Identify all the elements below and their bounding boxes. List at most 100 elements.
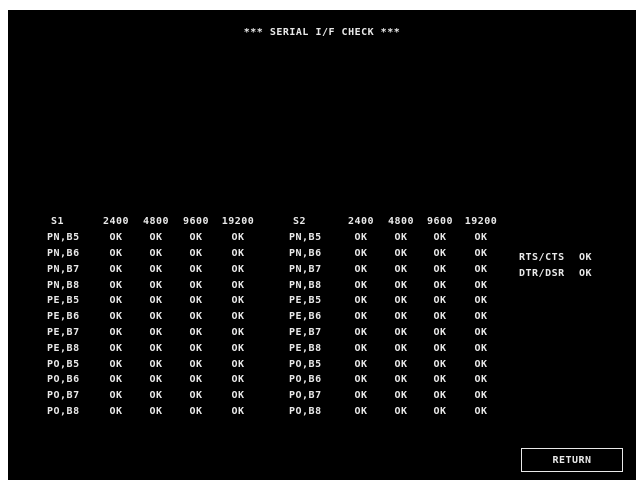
result-cell: OK	[474, 279, 488, 291]
result-cell: OK	[189, 358, 203, 370]
result-cell: OK	[149, 342, 163, 354]
mode-label: PE,B7	[47, 326, 80, 338]
result-cell: OK	[474, 374, 488, 386]
result-cell: OK	[149, 390, 163, 402]
mode-label: PO,B6	[289, 374, 322, 386]
mode-label: PO,B6	[47, 374, 80, 386]
result-cell: OK	[231, 247, 245, 259]
result-cell: OK	[149, 311, 163, 323]
result-cell: OK	[109, 405, 123, 417]
baud-rate-header: 4800	[387, 216, 415, 228]
handshake-result: OK	[579, 268, 593, 280]
result-cell: OK	[394, 405, 408, 417]
mode-label: PN,B7	[289, 263, 322, 275]
result-cell: OK	[354, 326, 368, 338]
mode-label: PO,B8	[47, 405, 80, 417]
result-cell: OK	[149, 263, 163, 275]
result-cell: OK	[354, 342, 368, 354]
result-cell: OK	[433, 390, 447, 402]
s2-results-table: S2 2400 4800 9600 19200 PN,B5 OK OK OK OK PN,B6 OK O…	[289, 214, 503, 419]
mode-label: PN,B5	[289, 232, 322, 244]
result-cell: OK	[231, 390, 245, 402]
port-label: S2	[293, 216, 307, 228]
result-cell: OK	[354, 295, 368, 307]
result-cell: OK	[474, 358, 488, 370]
result-cell: OK	[433, 263, 447, 275]
result-cell: OK	[189, 247, 203, 259]
result-cell: OK	[109, 390, 123, 402]
mode-label: PO,B7	[47, 390, 80, 402]
result-cell: OK	[149, 247, 163, 259]
result-cell: OK	[189, 311, 203, 323]
mode-label: PN,B6	[289, 247, 322, 259]
mode-label: PO,B5	[47, 358, 80, 370]
result-cell: OK	[109, 263, 123, 275]
result-cell: OK	[433, 342, 447, 354]
mode-label: PE,B6	[47, 311, 80, 323]
s1-results-table: S1 2400 4800 9600 19200 PN,B5 OK OK OK OK PN,B6 OK O…	[47, 214, 260, 419]
result-cell: OK	[433, 279, 447, 291]
result-cell: OK	[109, 374, 123, 386]
mode-label: PE,B6	[289, 311, 322, 323]
mode-label: PE,B5	[47, 295, 80, 307]
result-cell: OK	[189, 232, 203, 244]
baud-rate-header: 4800	[142, 216, 170, 228]
result-cell: OK	[231, 295, 245, 307]
mode-label: PO,B8	[289, 405, 322, 417]
result-cell: OK	[149, 326, 163, 338]
return-button[interactable]: RETURN	[521, 448, 623, 472]
mode-label: PO,B7	[289, 390, 322, 402]
result-cell: OK	[354, 374, 368, 386]
result-cell: OK	[433, 295, 447, 307]
result-cell: OK	[354, 247, 368, 259]
result-cell: OK	[231, 374, 245, 386]
result-cell: OK	[189, 342, 203, 354]
result-cell: OK	[354, 390, 368, 402]
result-cell: OK	[474, 326, 488, 338]
result-cell: OK	[474, 247, 488, 259]
result-cell: OK	[474, 311, 488, 323]
result-cell: OK	[109, 342, 123, 354]
result-cell: OK	[354, 405, 368, 417]
result-cell: OK	[231, 342, 245, 354]
result-cell: OK	[189, 405, 203, 417]
result-cell: OK	[394, 358, 408, 370]
result-cell: OK	[354, 263, 368, 275]
result-cell: OK	[109, 232, 123, 244]
result-cell: OK	[231, 311, 245, 323]
result-cell: OK	[109, 279, 123, 291]
result-cell: OK	[354, 358, 368, 370]
handshake-label: RTS/CTS	[519, 252, 565, 264]
result-cell: OK	[109, 311, 123, 323]
page-title: *** SERIAL I/F CHECK ***	[243, 27, 401, 38]
handshake-results: RTS/CTS OK DTR/DSR OK	[519, 250, 599, 282]
result-cell: OK	[149, 374, 163, 386]
result-cell: OK	[149, 358, 163, 370]
result-cell: OK	[394, 390, 408, 402]
baud-rate-header: 9600	[182, 216, 210, 228]
result-cell: OK	[231, 232, 245, 244]
mode-label: PN,B7	[47, 263, 80, 275]
baud-rate-header: 19200	[464, 216, 498, 228]
result-cell: OK	[189, 279, 203, 291]
mode-label: PN,B8	[289, 279, 322, 291]
result-cell: OK	[433, 247, 447, 259]
result-cell: OK	[474, 232, 488, 244]
result-cell: OK	[474, 295, 488, 307]
handshake-result: OK	[579, 252, 593, 264]
result-cell: OK	[231, 279, 245, 291]
handshake-label: DTR/DSR	[519, 268, 565, 280]
result-cell: OK	[394, 326, 408, 338]
result-cell: OK	[149, 295, 163, 307]
result-cell: OK	[433, 374, 447, 386]
baud-rate-header: 9600	[426, 216, 454, 228]
mode-label: PN,B5	[47, 232, 80, 244]
port-label: S1	[51, 216, 65, 228]
result-cell: OK	[433, 405, 447, 417]
result-cell: OK	[433, 311, 447, 323]
result-cell: OK	[433, 358, 447, 370]
result-cell: OK	[394, 279, 408, 291]
result-cell: OK	[189, 263, 203, 275]
result-cell: OK	[189, 326, 203, 338]
mode-label: PO,B5	[289, 358, 322, 370]
